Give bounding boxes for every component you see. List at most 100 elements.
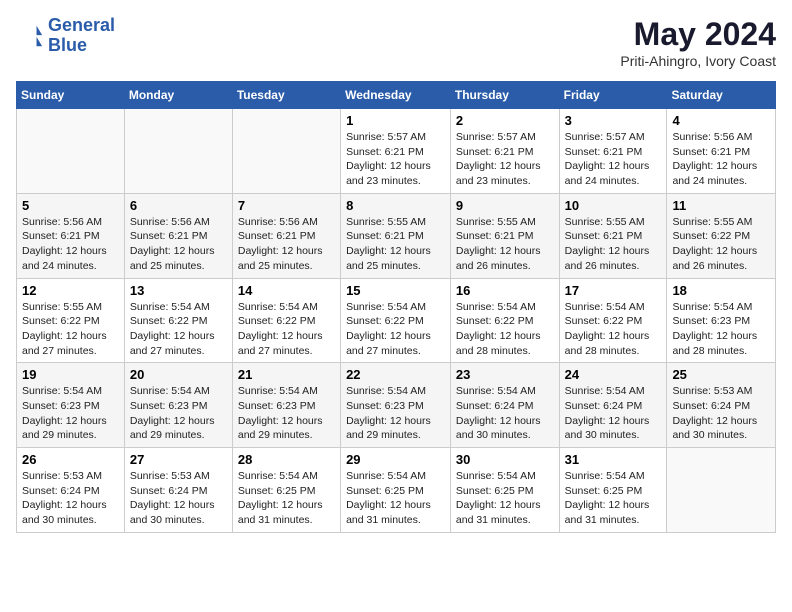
day-info: Sunrise: 5:54 AM Sunset: 6:22 PM Dayligh… [346, 300, 445, 359]
day-number: 27 [130, 452, 227, 467]
day-info: Sunrise: 5:54 AM Sunset: 6:22 PM Dayligh… [565, 300, 662, 359]
calendar-week-row: 1 Sunrise: 5:57 AM Sunset: 6:21 PM Daylig… [17, 109, 776, 194]
day-number: 25 [672, 367, 770, 382]
calendar-day-31: 31Sunrise: 5:54 AM Sunset: 6:25 PM Dayli… [559, 448, 667, 533]
day-number: 14 [238, 283, 335, 298]
calendar-day-21: 21Sunrise: 5:54 AM Sunset: 6:23 PM Dayli… [232, 363, 340, 448]
calendar-day-7: 7Sunrise: 5:56 AM Sunset: 6:21 PM Daylig… [232, 193, 340, 278]
empty-day-cell [232, 109, 340, 194]
day-info: Sunrise: 5:56 AM Sunset: 6:21 PM Dayligh… [130, 215, 227, 274]
calendar-day-10: 10 Sunrise: 5:55 AM Sunset: 6:21 PM Dayli… [559, 193, 667, 278]
calendar-day-8: 8Sunrise: 5:55 AM Sunset: 6:21 PM Daylig… [341, 193, 451, 278]
calendar-day-23: 23 Sunrise: 5:54 AM Sunset: 6:24 PM Dayli… [450, 363, 559, 448]
day-number: 29 [346, 452, 445, 467]
day-number: 9 [456, 198, 554, 213]
day-number: 2 [456, 113, 554, 128]
day-info: Sunrise: 5:54 AM Sunset: 6:25 PM Dayligh… [238, 469, 335, 528]
day-number: 28 [238, 452, 335, 467]
calendar-day-15: 15 Sunrise: 5:54 AM Sunset: 6:22 PM Dayli… [341, 278, 451, 363]
day-number: 3 [565, 113, 662, 128]
calendar-day-29: 29 Sunrise: 5:54 AM Sunset: 6:25 PM Dayli… [341, 448, 451, 533]
day-info: Sunrise: 5:53 AM Sunset: 6:24 PM Dayligh… [672, 384, 770, 443]
calendar-day-3: 3 Sunrise: 5:57 AM Sunset: 6:21 PM Daylig… [559, 109, 667, 194]
calendar-day-14: 14 Sunrise: 5:54 AM Sunset: 6:22 PM Dayli… [232, 278, 340, 363]
day-number: 1 [346, 113, 445, 128]
day-number: 18 [672, 283, 770, 298]
day-number: 23 [456, 367, 554, 382]
weekday-header-monday: Monday [124, 82, 232, 109]
day-info: Sunrise: 5:57 AM Sunset: 6:21 PM Dayligh… [565, 130, 662, 189]
logo-text: General Blue [48, 16, 115, 56]
day-info: Sunrise: 5:54 AM Sunset: 6:25 PM Dayligh… [456, 469, 554, 528]
calendar-day-11: 11 Sunrise: 5:55 AM Sunset: 6:22 PM Dayli… [667, 193, 776, 278]
day-info: Sunrise: 5:54 AM Sunset: 6:23 PM Dayligh… [672, 300, 770, 359]
month-year: May 2024 [620, 16, 776, 53]
weekday-header-row: SundayMondayTuesdayWednesdayThursdayFrid… [17, 82, 776, 109]
weekday-header-sunday: Sunday [17, 82, 125, 109]
calendar-day-20: 20 Sunrise: 5:54 AM Sunset: 6:23 PM Dayli… [124, 363, 232, 448]
day-info: Sunrise: 5:54 AM Sunset: 6:24 PM Dayligh… [456, 384, 554, 443]
day-number: 11 [672, 198, 770, 213]
calendar-week-row: 12Sunrise: 5:55 AM Sunset: 6:22 PM Dayli… [17, 278, 776, 363]
empty-day-cell [17, 109, 125, 194]
calendar-day-16: 16Sunrise: 5:54 AM Sunset: 6:22 PM Dayli… [450, 278, 559, 363]
day-info: Sunrise: 5:54 AM Sunset: 6:22 PM Dayligh… [130, 300, 227, 359]
weekday-header-saturday: Saturday [667, 82, 776, 109]
day-number: 22 [346, 367, 445, 382]
day-info: Sunrise: 5:53 AM Sunset: 6:24 PM Dayligh… [22, 469, 119, 528]
day-number: 4 [672, 113, 770, 128]
weekday-header-tuesday: Tuesday [232, 82, 340, 109]
page-header: General Blue May 2024 Priti-Ahingro, Ivo… [16, 16, 776, 69]
calendar-day-17: 17Sunrise: 5:54 AM Sunset: 6:22 PM Dayli… [559, 278, 667, 363]
calendar-day-19: 19 Sunrise: 5:54 AM Sunset: 6:23 PM Dayli… [17, 363, 125, 448]
calendar-day-1: 1 Sunrise: 5:57 AM Sunset: 6:21 PM Daylig… [341, 109, 451, 194]
day-number: 12 [22, 283, 119, 298]
calendar-day-22: 22 Sunrise: 5:54 AM Sunset: 6:23 PM Dayli… [341, 363, 451, 448]
weekday-header-friday: Friday [559, 82, 667, 109]
weekday-header-thursday: Thursday [450, 82, 559, 109]
day-info: Sunrise: 5:55 AM Sunset: 6:21 PM Dayligh… [565, 215, 662, 274]
day-info: Sunrise: 5:55 AM Sunset: 6:22 PM Dayligh… [672, 215, 770, 274]
day-info: Sunrise: 5:54 AM Sunset: 6:23 PM Dayligh… [22, 384, 119, 443]
calendar-day-27: 27 Sunrise: 5:53 AM Sunset: 6:24 PM Dayli… [124, 448, 232, 533]
calendar-day-5: 5 Sunrise: 5:56 AM Sunset: 6:21 PM Daylig… [17, 193, 125, 278]
day-number: 13 [130, 283, 227, 298]
day-info: Sunrise: 5:54 AM Sunset: 6:22 PM Dayligh… [238, 300, 335, 359]
calendar-week-row: 5 Sunrise: 5:56 AM Sunset: 6:21 PM Daylig… [17, 193, 776, 278]
calendar-day-6: 6Sunrise: 5:56 AM Sunset: 6:21 PM Daylig… [124, 193, 232, 278]
day-info: Sunrise: 5:55 AM Sunset: 6:21 PM Dayligh… [456, 215, 554, 274]
day-number: 16 [456, 283, 554, 298]
empty-day-cell [667, 448, 776, 533]
day-info: Sunrise: 5:56 AM Sunset: 6:21 PM Dayligh… [22, 215, 119, 274]
calendar-table: SundayMondayTuesdayWednesdayThursdayFrid… [16, 81, 776, 533]
day-info: Sunrise: 5:54 AM Sunset: 6:25 PM Dayligh… [346, 469, 445, 528]
day-number: 7 [238, 198, 335, 213]
calendar-day-9: 9 Sunrise: 5:55 AM Sunset: 6:21 PM Daylig… [450, 193, 559, 278]
day-info: Sunrise: 5:54 AM Sunset: 6:24 PM Dayligh… [565, 384, 662, 443]
calendar-day-18: 18 Sunrise: 5:54 AM Sunset: 6:23 PM Dayli… [667, 278, 776, 363]
day-number: 15 [346, 283, 445, 298]
logo: General Blue [16, 16, 115, 56]
calendar-day-26: 26Sunrise: 5:53 AM Sunset: 6:24 PM Dayli… [17, 448, 125, 533]
calendar-day-12: 12Sunrise: 5:55 AM Sunset: 6:22 PM Dayli… [17, 278, 125, 363]
day-number: 19 [22, 367, 119, 382]
day-info: Sunrise: 5:54 AM Sunset: 6:23 PM Dayligh… [130, 384, 227, 443]
day-info: Sunrise: 5:55 AM Sunset: 6:21 PM Dayligh… [346, 215, 445, 274]
day-number: 24 [565, 367, 662, 382]
title-section: May 2024 Priti-Ahingro, Ivory Coast [620, 16, 776, 69]
day-info: Sunrise: 5:57 AM Sunset: 6:21 PM Dayligh… [456, 130, 554, 189]
calendar-day-24: 24 Sunrise: 5:54 AM Sunset: 6:24 PM Dayli… [559, 363, 667, 448]
logo-icon [16, 22, 44, 50]
day-info: Sunrise: 5:54 AM Sunset: 6:25 PM Dayligh… [565, 469, 662, 528]
day-info: Sunrise: 5:57 AM Sunset: 6:21 PM Dayligh… [346, 130, 445, 189]
day-info: Sunrise: 5:53 AM Sunset: 6:24 PM Dayligh… [130, 469, 227, 528]
day-number: 10 [565, 198, 662, 213]
day-info: Sunrise: 5:54 AM Sunset: 6:23 PM Dayligh… [346, 384, 445, 443]
day-number: 20 [130, 367, 227, 382]
calendar-day-13: 13 Sunrise: 5:54 AM Sunset: 6:22 PM Dayli… [124, 278, 232, 363]
day-number: 21 [238, 367, 335, 382]
weekday-header-wednesday: Wednesday [341, 82, 451, 109]
day-number: 5 [22, 198, 119, 213]
location: Priti-Ahingro, Ivory Coast [620, 53, 776, 69]
calendar-day-25: 25 Sunrise: 5:53 AM Sunset: 6:24 PM Dayli… [667, 363, 776, 448]
